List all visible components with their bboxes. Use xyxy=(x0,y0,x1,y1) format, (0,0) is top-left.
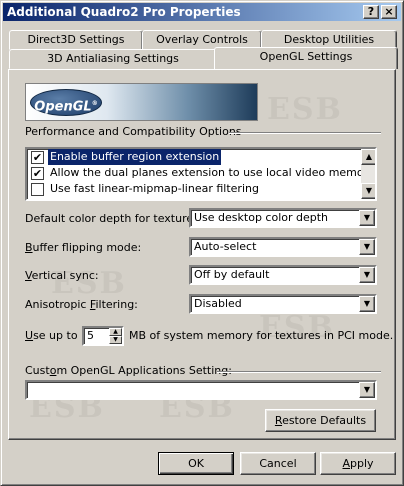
help-button[interactable]: ? xyxy=(363,5,379,19)
checkbox[interactable] xyxy=(31,183,44,196)
title-bar[interactable]: Additional Quadro2 Pro Properties ? × xyxy=(3,3,401,21)
spin-up-arrow-icon[interactable]: ▲ xyxy=(109,328,122,336)
checkbox[interactable]: ✔ xyxy=(31,151,44,164)
window-title: Additional Quadro2 Pro Properties xyxy=(7,5,241,19)
option-enable-buffer-region[interactable]: ✔ Enable buffer region extension xyxy=(29,149,361,165)
anisotropic-filtering-label: Anisotropic Filtering: xyxy=(25,298,138,311)
group-divider xyxy=(229,132,381,134)
option-label: Enable buffer region extension xyxy=(48,149,222,165)
group-divider xyxy=(217,371,381,373)
tab-direct3d-settings[interactable]: Direct3D Settings xyxy=(9,30,143,50)
apply-button[interactable]: Apply xyxy=(320,452,396,475)
performance-options-list[interactable]: ✔ Enable buffer region extension ✔ Allow… xyxy=(25,147,377,201)
memory-value: 5 xyxy=(87,329,94,342)
list-scrollbar[interactable]: ▲ ▼ xyxy=(361,149,375,199)
spin-down-arrow-icon[interactable]: ▼ xyxy=(109,336,122,344)
dropdown-arrow-icon[interactable]: ▼ xyxy=(359,267,375,283)
color-depth-label: Default color depth for textures: xyxy=(25,212,203,225)
performance-heading: Performance and Compatibility Options xyxy=(25,125,242,138)
buffer-flipping-label: Buffer flipping mode: xyxy=(25,241,142,254)
scroll-down-arrow-icon[interactable]: ▼ xyxy=(361,183,375,199)
dropdown-arrow-icon[interactable]: ▼ xyxy=(359,296,375,312)
combo-value: Off by default xyxy=(194,268,270,281)
anisotropic-filtering-select[interactable]: Disabled ▼ xyxy=(189,294,377,314)
color-depth-select[interactable]: Use desktop color depth ▼ xyxy=(189,208,377,228)
restore-defaults-button[interactable]: Restore Defaults xyxy=(265,409,376,432)
combo-value: Auto-select xyxy=(194,240,257,253)
dropdown-arrow-icon[interactable]: ▼ xyxy=(359,382,375,398)
buffer-flipping-select[interactable]: Auto-select ▼ xyxy=(189,237,377,257)
scroll-up-arrow-icon[interactable]: ▲ xyxy=(361,149,375,165)
checkbox[interactable]: ✔ xyxy=(31,167,44,180)
dropdown-arrow-icon[interactable]: ▼ xyxy=(359,210,375,226)
opengl-logo-banner: OpenGL® xyxy=(25,83,258,121)
vertical-sync-select[interactable]: Off by default ▼ xyxy=(189,265,377,285)
tab-3d-antialiasing-settings[interactable]: 3D Antialiasing Settings xyxy=(9,49,217,69)
memory-spinner[interactable]: 5 ▲ ▼ xyxy=(82,326,124,346)
option-label: Allow the dual planes extension to use l… xyxy=(50,166,375,179)
option-dual-planes[interactable]: ✔ Allow the dual planes extension to use… xyxy=(29,165,375,181)
combo-value: Disabled xyxy=(194,297,242,310)
opengl-settings-panel: ESB ESB ESB ESB ESB OpenGL® Performance … xyxy=(8,69,396,440)
memory-label-suffix: MB of system memory for textures in PCI … xyxy=(129,329,394,342)
option-label: Use fast linear-mipmap-linear filtering xyxy=(50,182,259,195)
tab-opengl-settings[interactable]: OpenGL Settings xyxy=(214,47,398,69)
dropdown-arrow-icon[interactable]: ▼ xyxy=(359,239,375,255)
option-fast-mipmap-filtering[interactable]: Use fast linear-mipmap-linear filtering xyxy=(29,181,361,197)
vertical-sync-label: Vertical sync: xyxy=(25,269,99,282)
ok-button[interactable]: OK xyxy=(158,452,234,475)
opengl-logo: OpenGL® xyxy=(30,89,102,116)
custom-app-setting-select[interactable]: ▼ xyxy=(25,380,377,400)
memory-label-prefix: Use up to xyxy=(25,329,78,342)
cancel-button[interactable]: Cancel xyxy=(240,452,316,475)
combo-value: Use desktop color depth xyxy=(194,211,329,224)
watermark-text: ESB xyxy=(267,92,343,127)
custom-app-setting-label: Custom OpenGL Applications Setting: xyxy=(25,364,232,377)
close-button[interactable]: × xyxy=(381,5,397,19)
